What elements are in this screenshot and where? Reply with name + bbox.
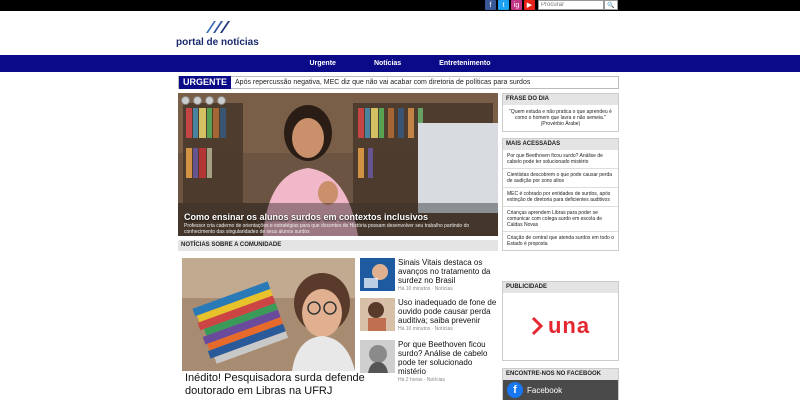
breaking-text[interactable]: Após repercussão negativa, MEC diz que n… xyxy=(231,79,530,86)
top-bar xyxy=(0,0,800,11)
facebook-section: ENCONTRE-NOS NO FACEBOOK f Facebook xyxy=(502,368,619,400)
ad-section: PUBLICIDADE una xyxy=(502,281,619,361)
news-thumb xyxy=(360,298,395,331)
site-name: portal de notícias xyxy=(176,37,259,48)
most-read-item[interactable]: MEC é cobrado por entidades de surdos, a… xyxy=(503,188,618,207)
logo-mark-icon xyxy=(206,21,230,33)
facebook-box: ENCONTRE-NOS NO FACEBOOK f Facebook xyxy=(502,368,619,400)
feature-image[interactable] xyxy=(182,258,355,371)
site-logo[interactable]: portal de notícias xyxy=(176,19,276,49)
hero-subtitle: Professor cria caderno de orientações e … xyxy=(184,223,470,235)
news-title[interactable]: Uso inadequado de fone de ouvido pode ca… xyxy=(398,298,498,325)
most-read-item[interactable]: Cientistas descobrem o que pode causar p… xyxy=(503,169,618,188)
hero-title[interactable]: Como ensinar os alunos surdos em context… xyxy=(184,212,428,222)
news-item[interactable]: Sinais Vitais destaca os avanços no trat… xyxy=(360,258,498,298)
hero-slide[interactable]: Como ensinar os alunos surdos em context… xyxy=(178,93,498,236)
nav-item-noticias[interactable]: Notícias xyxy=(374,60,401,67)
news-title[interactable]: Sinais Vitais destaca os avanços no trat… xyxy=(398,258,498,285)
sidebar: FRASE DO DIA "Quem estuda e não pratica … xyxy=(502,93,619,132)
facebook-label: Facebook xyxy=(527,385,563,395)
ad-brand: una xyxy=(547,313,591,338)
quote-heading: FRASE DO DIA xyxy=(503,94,618,105)
youtube-icon[interactable]: ▶ xyxy=(524,0,535,10)
news-meta: Há 2 horas · Notícias xyxy=(398,377,445,383)
nav-item-urgente[interactable]: Urgente xyxy=(309,60,335,67)
community-heading: NOTÍCIAS SOBRE A COMUNIDADE xyxy=(178,240,498,251)
twitter-icon[interactable]: t xyxy=(498,0,509,10)
nav-item-entretenimento[interactable]: Entretenimento xyxy=(439,60,490,67)
feature-title[interactable]: Inédito! Pesquisadora surda defende dout… xyxy=(185,372,365,398)
most-read-item[interactable]: Crianças aprendem Libras para poder se c… xyxy=(503,207,618,232)
news-thumb xyxy=(360,258,395,291)
breaking-tag: URGENTE xyxy=(179,76,232,89)
search-box: 🔍 xyxy=(538,0,618,11)
most-read-item[interactable]: Por que Beethoven ficou surdo? Análise d… xyxy=(503,150,618,169)
facebook-heading: ENCONTRE-NOS NO FACEBOOK xyxy=(503,369,618,380)
instagram-icon[interactable]: ig xyxy=(511,0,522,10)
news-item[interactable]: Uso inadequado de fone de ouvido pode ca… xyxy=(360,298,498,338)
news-meta: Há 10 minutos · Notícias xyxy=(398,286,453,292)
ad-box: PUBLICIDADE una xyxy=(502,281,619,361)
news-thumb xyxy=(360,340,395,373)
facebook-widget[interactable]: f Facebook xyxy=(503,380,618,400)
slider-dot[interactable] xyxy=(217,96,226,105)
quote-box: FRASE DO DIA "Quem estuda e não pratica … xyxy=(502,93,619,132)
search-button[interactable]: 🔍 xyxy=(604,0,618,10)
quote-text: "Quem estuda e não pratica o que aprende… xyxy=(509,109,612,127)
facebook-icon[interactable]: f xyxy=(485,0,496,10)
search-input[interactable] xyxy=(538,0,604,10)
most-read: MAIS ACESSADAS Por que Beethoven ficou s… xyxy=(502,138,619,251)
facebook-icon: f xyxy=(507,382,523,398)
slider-dot[interactable] xyxy=(181,96,190,105)
breaking-ticker[interactable]: URGENTE Após repercussão negativa, MEC d… xyxy=(178,76,619,89)
news-title[interactable]: Por que Beethoven ficou surdo? Análise d… xyxy=(398,340,498,376)
una-chevron-icon xyxy=(531,316,544,336)
most-read-heading: MAIS ACESSADAS xyxy=(503,139,618,150)
most-read-box: MAIS ACESSADAS Por que Beethoven ficou s… xyxy=(502,138,619,251)
news-item[interactable]: Por que Beethoven ficou surdo? Análise d… xyxy=(360,340,498,390)
news-meta: Há 10 minutos · Notícias xyxy=(398,326,453,332)
social-links: f t ig ▶ xyxy=(485,0,535,11)
slider-controls xyxy=(181,96,226,105)
ad-heading: PUBLICIDADE xyxy=(503,282,618,293)
most-read-item[interactable]: Criação de central que atenda surdos em … xyxy=(503,232,618,250)
main-nav: Urgente Notícias Entretenimento xyxy=(0,55,800,72)
slider-dot[interactable] xyxy=(193,96,202,105)
ad-banner[interactable]: una xyxy=(503,293,618,359)
feature-photo xyxy=(182,258,355,371)
slider-dot[interactable] xyxy=(205,96,214,105)
